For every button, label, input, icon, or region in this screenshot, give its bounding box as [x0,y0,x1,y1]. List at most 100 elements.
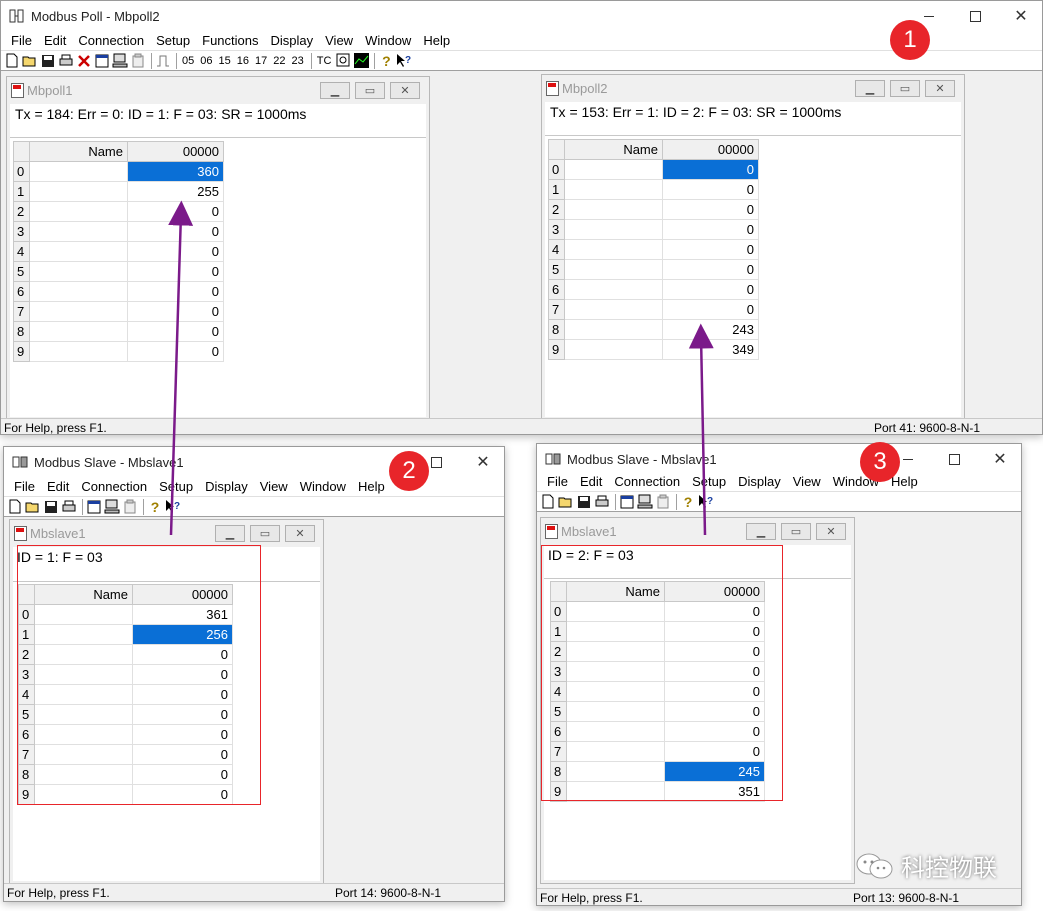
scope-icon[interactable] [335,52,351,69]
slave2-maximize-button[interactable] [931,444,977,474]
help-icon[interactable]: ? [680,493,696,510]
menu-file[interactable]: File [5,33,38,48]
slave2-close-button[interactable]: ✕ [977,444,1021,474]
window-icon[interactable] [94,52,110,69]
mbpoll1-minimize-button[interactable]: ▁ [320,82,350,99]
mbpoll2-minimize-button[interactable]: ▁ [855,80,885,97]
slave2-doc-restore-button[interactable]: ▭ [781,523,811,540]
value-cell[interactable]: 0 [662,259,759,280]
name-cell[interactable] [29,261,128,282]
name-cell[interactable] [566,721,665,742]
function-code-16-button[interactable]: 16 [235,52,251,69]
value-cell[interactable]: 349 [662,339,759,360]
function-code-17-button[interactable]: 17 [253,52,269,69]
name-cell[interactable] [34,664,133,685]
chart-icon[interactable] [353,52,369,69]
name-cell[interactable] [564,239,663,260]
menu-connection[interactable]: Connection [72,33,150,48]
menu-edit[interactable]: Edit [574,474,608,489]
value-cell[interactable]: 0 [664,741,765,762]
slave1-close-button[interactable]: ✕ [460,447,504,477]
value-cell[interactable]: 0 [662,279,759,300]
name-cell[interactable] [564,219,663,240]
menu-edit[interactable]: Edit [38,33,72,48]
menu-connection[interactable]: Connection [75,479,153,494]
save-icon[interactable] [576,493,592,510]
function-code-05-button[interactable]: 05 [180,52,196,69]
name-cell[interactable] [34,764,133,785]
connect-icon[interactable] [104,498,120,515]
value-cell[interactable]: 0 [127,281,224,302]
name-cell[interactable] [34,744,133,765]
value-cell[interactable]: 0 [132,644,233,665]
value-cell[interactable]: 0 [664,681,765,702]
value-cell[interactable]: 0 [132,724,233,745]
name-cell[interactable] [34,684,133,705]
col-header-address[interactable]: 00000 [127,141,224,162]
name-cell[interactable] [566,621,665,642]
col-header-address[interactable]: 00000 [664,581,765,602]
name-cell[interactable] [564,279,663,300]
menu-help[interactable]: Help [352,479,391,494]
save-icon[interactable] [43,498,59,515]
value-cell[interactable]: 0 [664,621,765,642]
name-cell[interactable] [566,701,665,722]
menu-view[interactable]: View [319,33,359,48]
settings-icon[interactable] [122,498,138,515]
name-cell[interactable] [564,259,663,280]
col-header-name[interactable]: Name [566,581,665,602]
open-icon[interactable] [558,493,574,510]
value-cell[interactable]: 0 [662,239,759,260]
menu-display[interactable]: Display [732,474,787,489]
save-icon[interactable] [40,52,56,69]
name-cell[interactable] [564,199,663,220]
value-cell[interactable]: 0 [662,159,759,180]
poll-close-button[interactable]: ✕ [998,1,1042,31]
menu-window[interactable]: Window [294,479,352,494]
menu-connection[interactable]: Connection [608,474,686,489]
name-cell[interactable] [566,661,665,682]
name-cell[interactable] [34,624,133,645]
name-cell[interactable] [564,299,663,320]
name-cell[interactable] [29,321,128,342]
name-cell[interactable] [564,159,663,180]
window-icon[interactable] [619,493,635,510]
open-icon[interactable] [22,52,38,69]
value-cell[interactable]: 0 [132,664,233,685]
menu-file[interactable]: File [541,474,574,489]
name-cell[interactable] [566,641,665,662]
print-icon[interactable] [594,493,610,510]
value-cell[interactable]: 0 [132,784,233,805]
value-cell[interactable]: 0 [664,641,765,662]
print-icon[interactable] [58,52,74,69]
name-cell[interactable] [29,161,128,182]
menu-help[interactable]: Help [417,33,456,48]
value-cell[interactable]: 360 [127,161,224,182]
menu-file[interactable]: File [8,479,41,494]
context-help-icon[interactable]: ? [698,493,714,510]
settings-icon[interactable] [655,493,671,510]
settings-icon[interactable] [130,52,146,69]
mbpoll2-close-button[interactable]: ✕ [925,80,955,97]
name-cell[interactable] [566,601,665,622]
menu-edit[interactable]: Edit [41,479,75,494]
value-cell[interactable]: 0 [127,221,224,242]
name-cell[interactable] [29,181,128,202]
name-cell[interactable] [29,221,128,242]
menu-window[interactable]: Window [359,33,417,48]
name-cell[interactable] [564,319,663,340]
menu-setup[interactable]: Setup [150,33,196,48]
print-icon[interactable] [61,498,77,515]
mbpoll1-close-button[interactable]: ✕ [390,82,420,99]
slave1-doc-minimize-button[interactable]: ▁ [215,525,245,542]
disconnect-icon[interactable] [76,52,92,69]
value-cell[interactable]: 351 [664,781,765,802]
value-cell[interactable]: 0 [127,321,224,342]
value-cell[interactable]: 0 [662,219,759,240]
value-cell[interactable]: 0 [662,179,759,200]
name-cell[interactable] [34,604,133,625]
col-header-address[interactable]: 00000 [662,139,759,160]
new-icon[interactable] [4,52,20,69]
value-cell[interactable]: 0 [664,601,765,622]
col-header-address[interactable]: 00000 [132,584,233,605]
